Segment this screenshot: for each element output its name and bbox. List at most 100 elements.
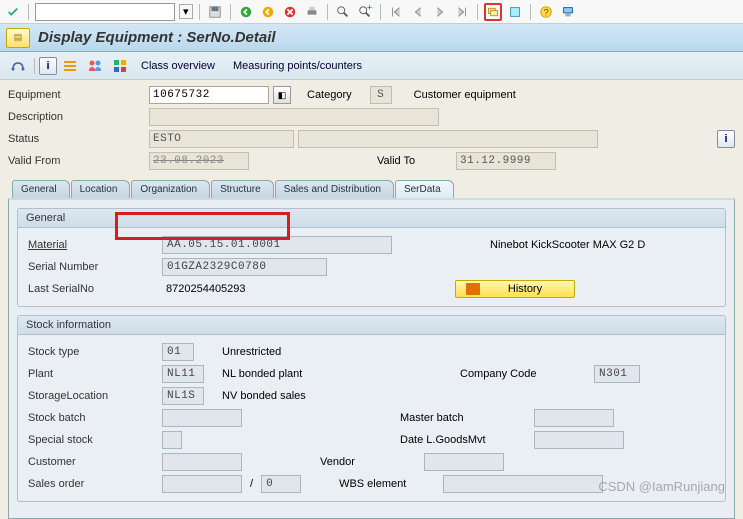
plant-field: NL11 [162,365,204,383]
sales-order-item-field: 0 [261,475,301,493]
tab-structure[interactable]: Structure [211,180,274,198]
classification-icon[interactable] [109,57,131,75]
last-serial-label: Last SerialNo [28,283,158,295]
new-session-icon[interactable] [484,3,502,21]
valid-from-field: 23.08.2023 [149,152,249,170]
wbs-element-field [443,475,603,493]
storage-location-label: StorageLocation [28,390,158,402]
application-toolbar: ▾ + ? [0,0,743,24]
print-icon[interactable] [303,3,321,21]
partners-icon[interactable] [83,57,107,75]
history-button[interactable]: History [455,280,575,298]
status-label: Status [8,133,103,145]
vendor-field [424,453,504,471]
equipment-field[interactable]: 10675732 [149,86,269,104]
slash-separator: / [246,478,257,490]
plant-label: Plant [28,368,158,380]
general-group-header: General [18,209,725,228]
info-button[interactable]: i [39,57,57,75]
history-icon [466,283,480,295]
status-field: ESTO [149,130,294,148]
valid-to-label: Valid To [377,155,452,167]
stock-info-group: Stock information Stock type 01 Unrestri… [17,315,726,502]
serial-number-field: 01GZA2329C0780 [162,258,327,276]
list-icon[interactable] [59,57,81,75]
date-goods-label: Date L.GoodsMvt [400,434,530,446]
special-stock-label: Special stock [28,434,158,446]
tab-location[interactable]: Location [71,180,131,198]
tab-serdata[interactable]: SerData [395,180,454,198]
stock-batch-label: Stock batch [28,412,158,424]
other-equipment-icon[interactable] [6,57,30,75]
last-serial-value: 8720254405293 [162,283,327,295]
next-page-icon[interactable] [431,3,449,21]
first-page-icon[interactable] [387,3,405,21]
serial-number-label: Serial Number [28,261,158,273]
stock-info-header: Stock information [18,316,725,335]
action-toolbar: i Class overview Measuring points/counte… [0,52,743,80]
master-batch-label: Master batch [400,412,530,424]
transaction-icon: ▤ [6,28,30,48]
category-label: Category [307,89,352,101]
stock-type-label: Stock type [28,346,158,358]
category-field: S [370,86,392,104]
tab-general[interactable]: General [12,180,70,198]
material-label: Material [28,239,158,251]
plant-text: NL bonded plant [222,368,397,380]
company-code-field: N301 [594,365,640,383]
find-next-icon[interactable]: + [356,3,374,21]
help-icon[interactable]: ? [537,3,555,21]
svg-text:?: ? [543,7,548,18]
valid-to-field: 31.12.9999 [456,152,556,170]
back-icon[interactable] [237,3,255,21]
command-dropdown[interactable]: ▾ [179,4,193,19]
find-icon[interactable] [334,3,352,21]
tab-content: General Material AA.05.15.01.0001 Ninebo… [8,198,735,519]
description-label: Description [8,111,103,123]
wbs-element-label: WBS element [339,478,439,490]
save-icon[interactable] [206,3,224,21]
status-info-button[interactable]: i [717,130,735,148]
page-title: Display Equipment : SerNo.Detail [38,29,276,46]
command-field[interactable] [35,3,175,21]
accept-icon[interactable] [4,3,22,21]
customer-label: Customer [28,456,158,468]
description-field [149,108,439,126]
class-overview-button[interactable]: Class overview [133,57,223,75]
exit-icon[interactable] [259,3,277,21]
stock-type-field: 01 [162,343,194,361]
special-stock-field [162,431,182,449]
measuring-points-button[interactable]: Measuring points/counters [225,57,370,75]
status-field-2 [298,130,598,148]
storage-location-field: NL1S [162,387,204,405]
tab-sales-distribution[interactable]: Sales and Distribution [275,180,394,198]
svg-text:+: + [366,5,371,13]
equipment-search-help[interactable]: ◧ [273,86,291,104]
stock-type-text: Unrestricted [222,346,281,358]
last-page-icon[interactable] [453,3,471,21]
watermark: CSDN @IamRunjiang [598,479,725,494]
history-label: History [486,283,564,295]
material-field: AA.05.15.01.0001 [162,236,392,254]
tab-organization[interactable]: Organization [131,180,210,198]
header-form: Equipment 10675732 ◧ Category S Customer… [0,80,743,176]
generate-shortcut-icon[interactable] [506,3,524,21]
stock-batch-field [162,409,242,427]
general-group: General Material AA.05.15.01.0001 Ninebo… [17,208,726,307]
tab-strip: General Location Organization Structure … [0,176,743,198]
vendor-label: Vendor [320,456,420,468]
company-code-label: Company Code [460,368,590,380]
equipment-label: Equipment [8,89,103,101]
material-text: Ninebot KickScooter MAX G2 D [490,239,645,251]
date-goods-field [534,431,624,449]
master-batch-field [534,409,614,427]
customize-icon[interactable] [559,3,577,21]
title-bar: ▤ Display Equipment : SerNo.Detail [0,24,743,52]
prev-page-icon[interactable] [409,3,427,21]
cancel-icon[interactable] [281,3,299,21]
category-text: Customer equipment [414,89,516,101]
customer-field [162,453,242,471]
storage-location-text: NV bonded sales [222,390,306,402]
valid-from-label: Valid From [8,155,103,167]
sales-order-label: Sales order [28,478,158,490]
